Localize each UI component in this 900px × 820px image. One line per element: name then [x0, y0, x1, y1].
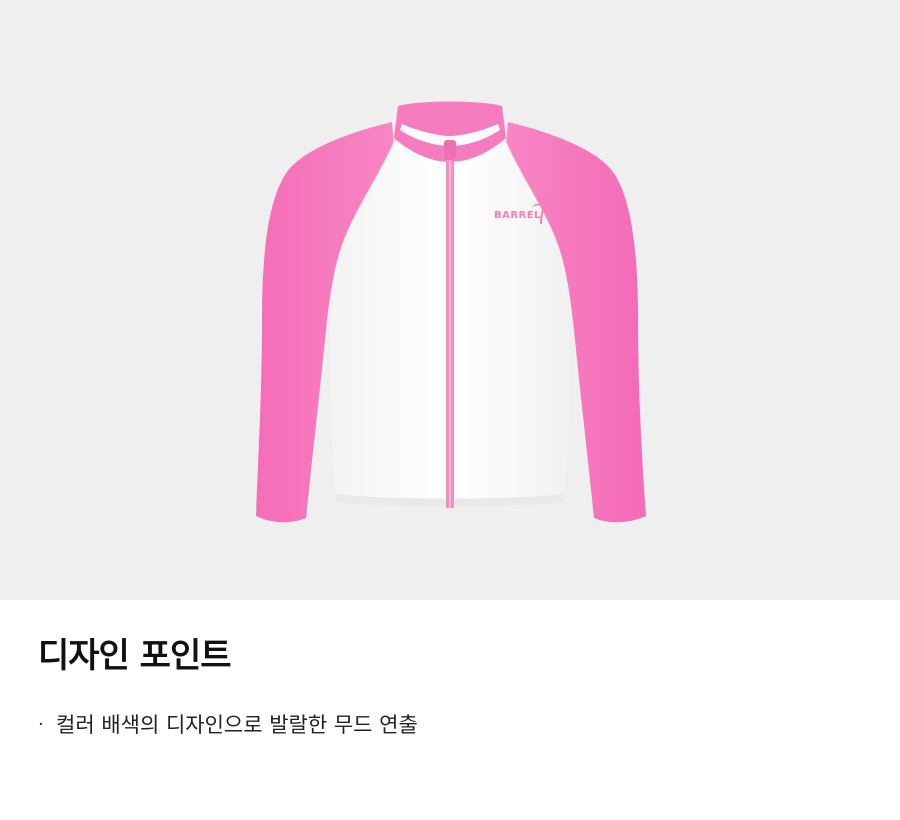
- point-text: 컬러 배색의 디자인으로 발랄한 무드 연출: [56, 713, 418, 737]
- design-point-list: · 컬러 배색의 디자인으로 발랄한 무드 연출: [38, 708, 418, 742]
- list-item: · 컬러 배색의 디자인으로 발랄한 무드 연출: [38, 708, 418, 742]
- section-title: 디자인 포인트: [38, 636, 232, 676]
- bullet-icon: ·: [38, 714, 44, 735]
- rash-guard-illustration: BARREL: [256, 101, 646, 523]
- svg-text:BARREL: BARREL: [494, 210, 541, 221]
- zipper-pull-icon: [444, 140, 456, 160]
- product-image-area: BARREL: [0, 0, 900, 600]
- design-point-section: 디자인 포인트 · 컬러 배색의 디자인으로 발랄한 무드 연출: [0, 600, 900, 820]
